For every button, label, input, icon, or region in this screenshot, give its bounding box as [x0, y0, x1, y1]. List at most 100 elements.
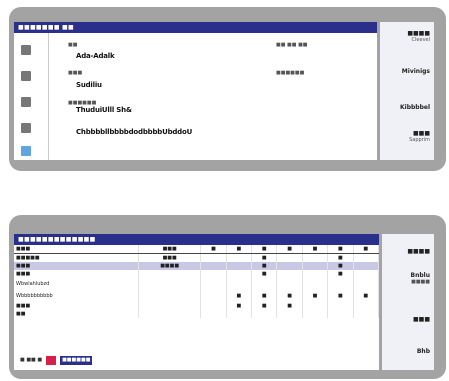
column-header[interactable]: ■	[226, 245, 253, 254]
red-status-icon[interactable]	[46, 355, 57, 365]
table-cell: ■■■■■	[14, 253, 139, 262]
table-cell	[353, 310, 380, 318]
column-header[interactable]: ■■■	[14, 245, 139, 254]
table-cell	[353, 270, 380, 278]
table-cell	[200, 290, 227, 302]
info-icon[interactable]	[21, 146, 31, 156]
table-row[interactable]: ■■■ ■■■■ ■ ■	[14, 262, 380, 270]
table-cell: Wbbbbbbbbbb	[14, 290, 139, 302]
bottom-right-item-2-title: Bnblu	[410, 272, 430, 279]
top-right-item-2[interactable]: Mivinigs	[402, 68, 430, 75]
top-window-title: ■■■■■■■ ■■	[18, 24, 74, 31]
field-label-1: ■■	[68, 42, 78, 48]
table-cell	[353, 302, 380, 310]
table-cell	[302, 278, 329, 290]
column-header[interactable]: ■	[276, 245, 303, 254]
table-cell	[327, 310, 354, 318]
bottom-window-panel: ■■■■■■■■■■■■■ ■■■ ■■■ ■ ■ ■ ■ ■ ■ ■ ■■■■…	[14, 234, 380, 370]
bottom-right-item-2[interactable]: Bnblu ■■■■	[411, 272, 430, 285]
table-row[interactable]: ■■■■■ ■■■ ■ ■	[14, 253, 380, 262]
bottom-right-item-1[interactable]: ■■■■	[407, 248, 430, 255]
bottom-right-item-4[interactable]: Bhb	[417, 348, 430, 355]
column-header[interactable]: ■■■	[138, 245, 202, 254]
table-cell	[200, 302, 227, 310]
table-cell: ■■■■	[138, 262, 202, 270]
column-header[interactable]: ■	[200, 245, 227, 254]
table-cell	[226, 310, 253, 318]
table-row[interactable]: ■■■ ■ ■	[14, 270, 380, 278]
field-label-2: ■■■	[68, 70, 83, 76]
column-header[interactable]: ■	[302, 245, 329, 254]
table-cell: ■	[251, 253, 278, 262]
top-icon-column	[14, 33, 38, 160]
table-row[interactable]: Wbwlahlubzd	[14, 278, 380, 290]
table-cell: Wbwlahlubzd	[14, 278, 139, 290]
top-right-item-1[interactable]: ■■■■ Cleevel	[407, 30, 430, 43]
table-footer: ■ ■■ ■ ■■■■■■	[20, 354, 93, 366]
top-right-item-3[interactable]: Kibbbbel	[400, 104, 430, 111]
table-cell	[353, 253, 380, 262]
bottom-right-sidebar: ■■■■ Bnblu ■■■■ ■■■ Bhb	[382, 234, 434, 370]
field-value-1[interactable]: Ada-Adalk	[76, 52, 115, 60]
table-cell	[302, 253, 329, 262]
table-cell: ■	[327, 253, 354, 262]
table-cell: ■■■	[138, 253, 202, 262]
column-divider	[48, 33, 49, 160]
column-header[interactable]: ■	[353, 245, 380, 254]
bottom-right-item-3[interactable]: ■■■	[413, 316, 430, 323]
table-cell	[302, 270, 329, 278]
table-cell	[327, 278, 354, 290]
list-icon[interactable]	[21, 123, 31, 133]
table-cell	[327, 302, 354, 310]
data-table: ■■■ ■■■ ■ ■ ■ ■ ■ ■ ■ ■■■■■ ■■■ ■ ■ ■■■ ■■■■ ■…	[14, 245, 380, 318]
table-cell: ■	[251, 262, 278, 270]
table-cell: ■■	[14, 310, 139, 318]
field-value-3[interactable]: ThuduiUlll Sh&	[76, 106, 132, 114]
top-window-titlebar: ■■■■■■■ ■■	[14, 22, 377, 33]
table-cell	[226, 262, 253, 270]
top-window-panel: ■■■■■■■ ■■ ■■ Ada-Adalk ■■ ■■ ■■ ■■■ Sud…	[14, 22, 377, 160]
table-cell: ■	[251, 302, 278, 310]
table-cell: ■■■	[14, 270, 139, 278]
table-cell	[353, 278, 380, 290]
top-right-item-4-title: ■■■	[412, 130, 430, 137]
column-header[interactable]: ■	[251, 245, 278, 254]
table-cell: ■	[226, 302, 253, 310]
table-cell	[200, 310, 227, 318]
table-cell	[276, 270, 303, 278]
document-icon[interactable]	[21, 45, 31, 55]
top-right-item-4-sub: Sapprim	[409, 137, 430, 143]
table-cell	[200, 253, 227, 262]
top-right-sidebar: ■■■■ Cleevel Mivinigs Kibbbbel ■■■ Sappr…	[380, 22, 434, 160]
table-cell	[353, 262, 380, 270]
table-cell	[226, 270, 253, 278]
settings-icon[interactable]	[21, 97, 31, 107]
table-cell	[226, 253, 253, 262]
table-cell	[200, 270, 227, 278]
folder-icon[interactable]	[21, 71, 31, 81]
footer-blue-button[interactable]: ■■■■■■	[60, 355, 93, 365]
table-cell	[251, 278, 278, 290]
table-cell: ■■■	[14, 262, 139, 270]
column-header[interactable]: ■	[327, 245, 354, 254]
bottom-right-item-2-sub: ■■■■	[411, 279, 430, 285]
top-right-item-4[interactable]: ■■■ Sapprim	[409, 130, 430, 143]
table-cell: ■■■	[14, 302, 139, 310]
table-cell	[251, 310, 278, 318]
field-value-4[interactable]: ChbbbbllbbbbdodbbbbUbddoU	[76, 128, 192, 136]
field-value-2[interactable]: Sudiliu	[76, 81, 102, 89]
table-cell: ■	[302, 290, 329, 302]
table-cell	[226, 278, 253, 290]
table-cell	[276, 278, 303, 290]
table-row[interactable]: ■■	[14, 310, 380, 318]
bottom-window-titlebar: ■■■■■■■■■■■■■	[14, 234, 379, 245]
table-cell	[138, 302, 202, 310]
table-cell	[302, 310, 329, 318]
table-cell	[276, 253, 303, 262]
table-cell	[138, 290, 202, 302]
table-row[interactable]: Wbbbbbbbbbb ■ ■ ■ ■ ■ ■	[14, 290, 380, 302]
table-cell	[200, 262, 227, 270]
field-side-1: ■■ ■■ ■■	[276, 42, 308, 48]
table-row[interactable]: ■■■ ■ ■ ■	[14, 302, 380, 310]
bottom-window-title: ■■■■■■■■■■■■■	[18, 236, 96, 243]
